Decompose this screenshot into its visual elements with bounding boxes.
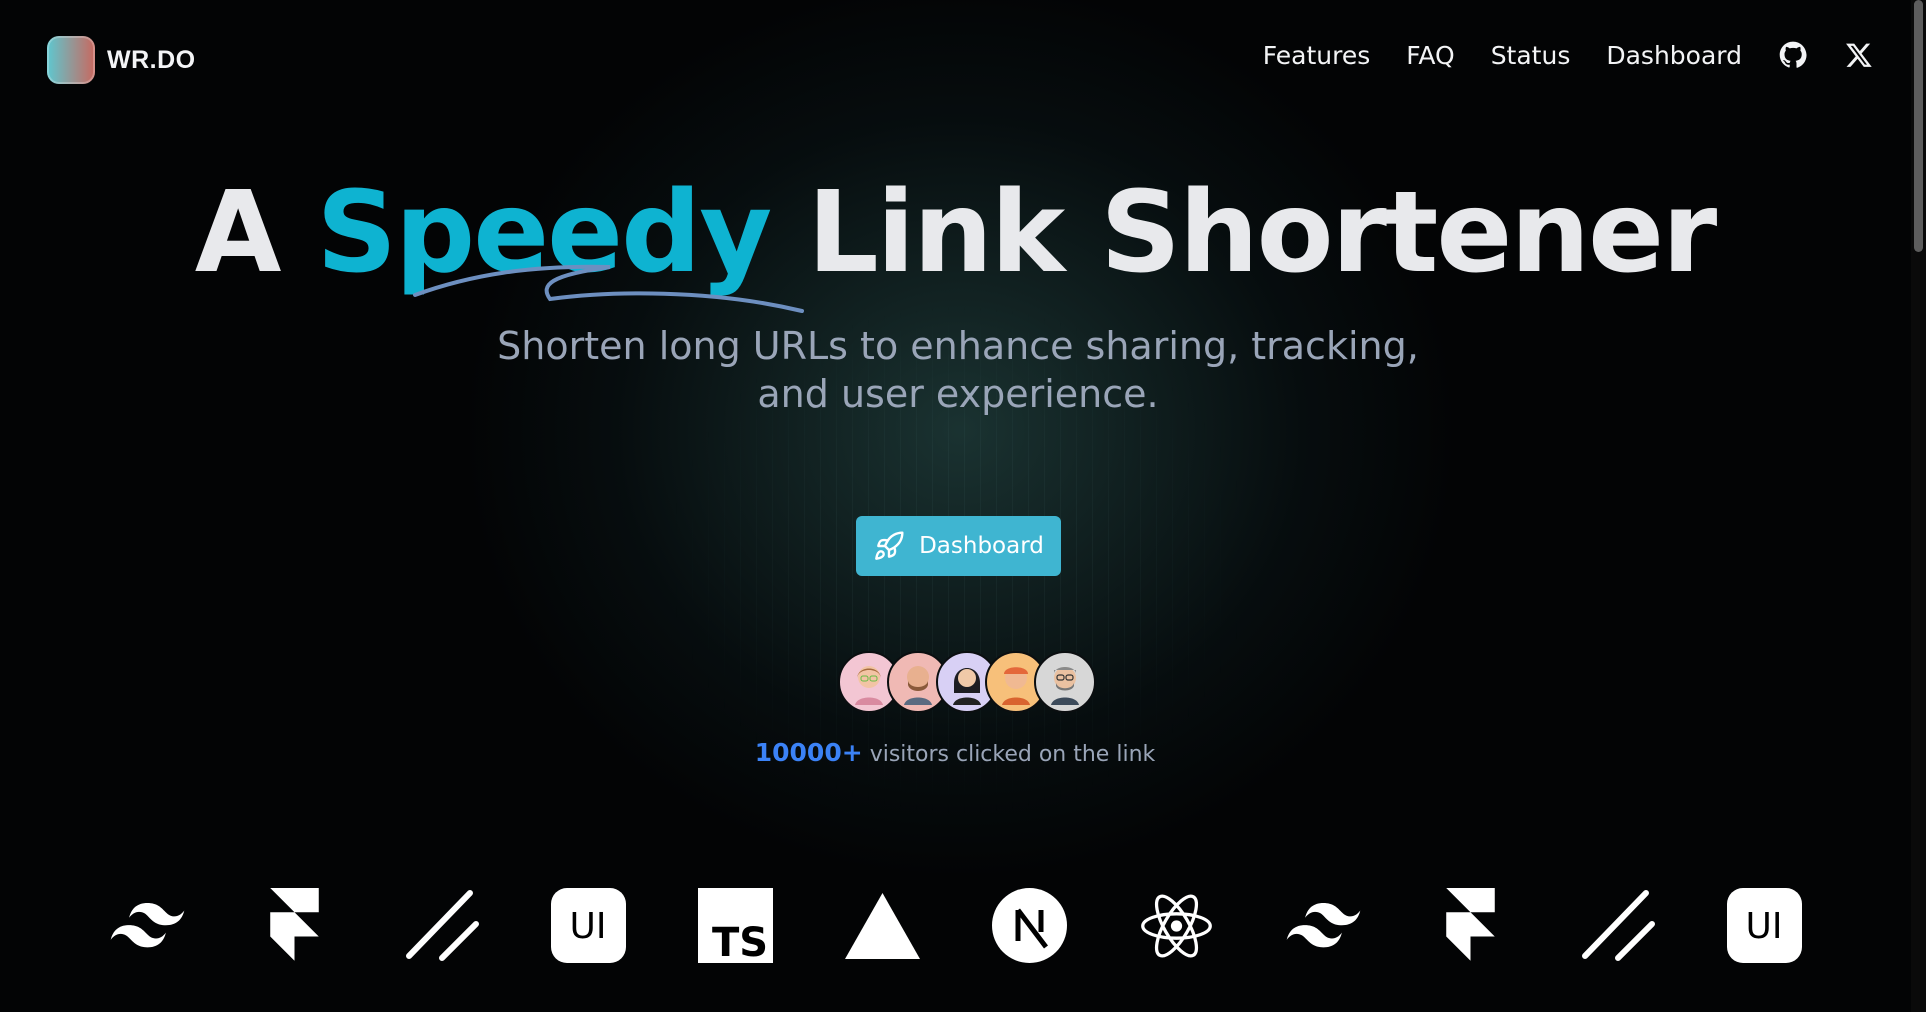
typescript-icon: TS	[698, 888, 773, 963]
svg-text:TS: TS	[712, 920, 768, 963]
tailwind-icon	[110, 888, 185, 963]
vercel-icon	[845, 888, 920, 963]
nav-item-status[interactable]: Status	[1491, 41, 1571, 70]
page-scrollbar[interactable]	[1911, 0, 1926, 1012]
visitor-count-text: 10000+ visitors clicked on the link	[0, 738, 1910, 767]
x-icon[interactable]	[1844, 40, 1874, 70]
nextjs-icon	[992, 888, 1067, 963]
cta-label: Dashboard	[919, 533, 1044, 559]
svg-text:UI: UI	[1746, 906, 1783, 947]
github-icon[interactable]	[1778, 40, 1808, 70]
shadcn-icon	[404, 888, 479, 963]
headline-suffix: Link Shortener	[807, 168, 1717, 298]
tailwind-icon	[1286, 888, 1361, 963]
dashboard-cta-button[interactable]: Dashboard	[856, 516, 1061, 576]
visitor-count: 10000+	[754, 738, 863, 767]
svg-text:UI: UI	[570, 906, 607, 947]
tech-logo-strip: UI TS UI	[110, 888, 1802, 963]
react-icon	[1139, 888, 1214, 963]
brand-logo[interactable]: WR.DO	[47, 36, 196, 84]
nav-item-faq[interactable]: FAQ	[1406, 41, 1454, 70]
framer-icon	[257, 888, 332, 963]
avatar	[1034, 651, 1096, 713]
scrollbar-thumb[interactable]	[1914, 0, 1923, 252]
top-nav: Features FAQ Status Dashboard	[1263, 40, 1874, 70]
visitor-caption: visitors clicked on the link	[869, 742, 1156, 767]
shadcn-icon	[1580, 888, 1655, 963]
nav-item-features[interactable]: Features	[1263, 41, 1371, 70]
headline-prefix: A	[194, 168, 282, 298]
framer-icon	[1433, 888, 1508, 963]
hero-headline: A Speedy Link Shortener	[0, 168, 1910, 298]
squiggle-underline-icon	[413, 264, 804, 313]
ui-icon: UI	[1727, 888, 1802, 963]
ui-icon: UI	[551, 888, 626, 963]
brand-name: WR.DO	[107, 45, 196, 74]
avatar-group	[838, 651, 1096, 713]
hero-subtitle: Shorten long URLs to enhance sharing, tr…	[497, 324, 1419, 416]
rocket-icon	[875, 531, 904, 560]
logo-mark-icon	[47, 36, 95, 84]
nav-item-dashboard[interactable]: Dashboard	[1606, 41, 1742, 70]
